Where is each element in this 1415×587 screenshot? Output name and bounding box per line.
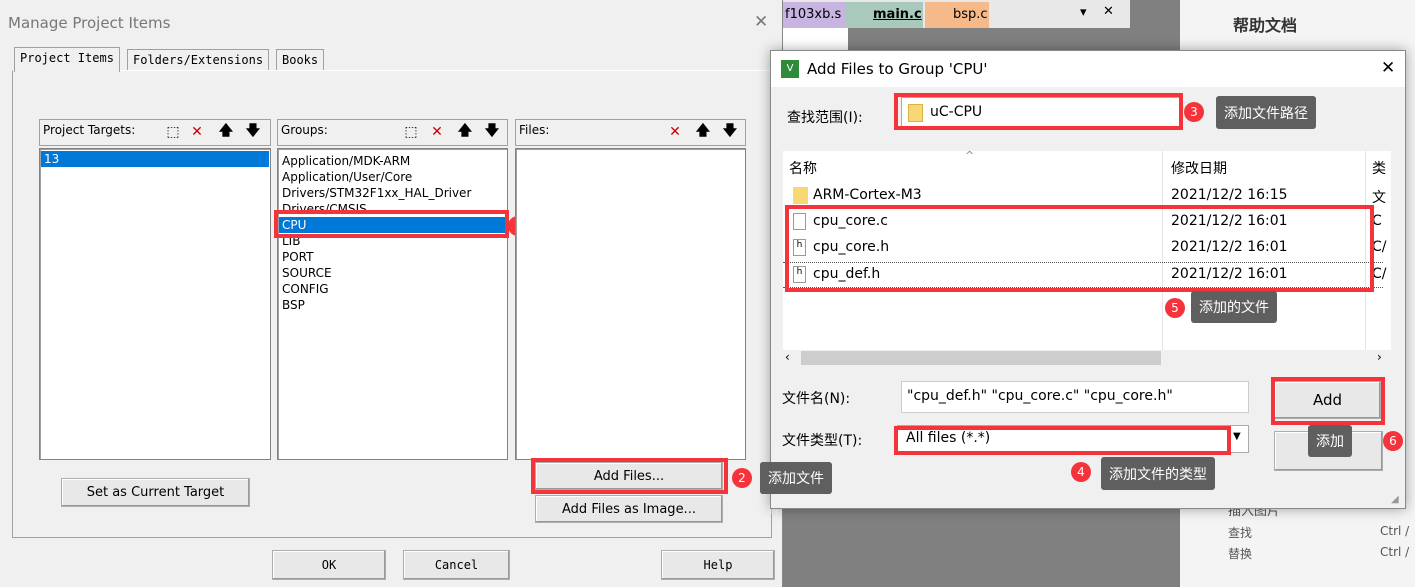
close-tab-icon[interactable]: ✕ (1103, 4, 1114, 19)
move-up-icon[interactable]: 🡅 (456, 123, 474, 141)
group-item[interactable]: Drivers/STM32F1xx_HAL_Driver (282, 185, 471, 201)
targets-label: Project Targets: (43, 123, 136, 137)
files-header: Files: ✕ 🡅 🡇 (515, 119, 746, 146)
sort-icon: ^ (965, 151, 975, 162)
highlight-cpu (274, 210, 509, 238)
cancel-button[interactable]: Cancel (403, 550, 510, 580)
dialog-title: Add Files to Group 'CPU' (807, 60, 988, 78)
delete-icon[interactable]: ✕ (188, 123, 206, 141)
annotation-badge: 3 (1184, 102, 1204, 122)
new-icon[interactable]: ⬚ (164, 123, 182, 141)
annotation-tooltip: 添加文件 (760, 462, 832, 494)
filename-label: 文件名(N): (782, 391, 851, 407)
groups-list[interactable]: Application/MDK-ARM Application/User/Cor… (277, 148, 508, 460)
tab-main-c[interactable]: main.c (845, 2, 923, 28)
shortcut-item[interactable]: 替换 (1228, 545, 1252, 562)
delete-icon[interactable]: ✕ (428, 123, 446, 141)
file-type: 文 (1372, 190, 1386, 206)
annotation-badge: 4 (1071, 462, 1091, 482)
dropdown-arrow-icon[interactable]: ▼ (1233, 431, 1241, 442)
file-type: C/ (1372, 266, 1387, 282)
move-up-icon[interactable]: 🡅 (217, 123, 235, 141)
highlight-files (785, 205, 1374, 292)
shortcut-item[interactable]: 查找 (1228, 524, 1252, 541)
files-label: Files: (519, 123, 550, 137)
annotation-tooltip: 添加文件路径 (1216, 96, 1316, 129)
tab-folders-extensions[interactable]: Folders/Extensions (127, 49, 270, 71)
target-item[interactable]: 13 (41, 151, 269, 167)
files-list[interactable] (515, 148, 746, 460)
highlight-add-files (531, 458, 728, 494)
annotation-tooltip: 添加文件的类型 (1101, 457, 1215, 490)
title-bar: V Add Files to Group 'CPU' ✕ (771, 51, 1405, 87)
highlight-add (1271, 377, 1385, 425)
groups-header: Groups: ⬚ ✕ 🡅 🡇 (277, 119, 508, 146)
set-current-target-button[interactable]: Set as Current Target (61, 478, 250, 507)
close-icon[interactable]: ✕ (754, 12, 768, 32)
annotation-badge: 5 (1165, 298, 1185, 318)
group-item[interactable]: SOURCE (282, 265, 332, 281)
manage-project-items-dialog: Manage Project Items ✕ Project Items Fol… (0, 0, 790, 587)
group-item[interactable]: BSP (282, 297, 305, 313)
tab-startup[interactable]: f103xb.s (783, 2, 845, 28)
group-item[interactable]: Application/User/Core (282, 169, 412, 185)
horizontal-scrollbar[interactable]: ‹ › (783, 350, 1391, 366)
scroll-thumb[interactable] (801, 351, 1161, 365)
delete-icon[interactable]: ✕ (666, 123, 684, 141)
add-files-as-image-button[interactable]: Add Files as Image... (535, 495, 723, 523)
highlight-look-in (894, 93, 1183, 130)
shortcut-key: Ctrl / (1380, 524, 1410, 538)
annotation-tooltip: 添加 (1308, 425, 1352, 457)
move-down-icon[interactable]: 🡇 (721, 123, 739, 141)
filetype-label: 文件类型(T): (782, 433, 863, 449)
resize-grip[interactable]: ◢ (1391, 494, 1399, 505)
scroll-left-icon[interactable]: ‹ (785, 350, 790, 364)
move-down-icon[interactable]: 🡇 (483, 123, 501, 141)
column-date[interactable]: 修改日期 (1171, 158, 1227, 178)
annotation-tooltip: 添加的文件 (1191, 291, 1277, 323)
group-item[interactable]: PORT (282, 249, 313, 265)
tab-project-items[interactable]: Project Items (14, 47, 120, 72)
shortcut-key: Ctrl / (1380, 545, 1410, 559)
close-icon[interactable]: ✕ (1381, 58, 1395, 78)
file-name: ARM-Cortex-M3 (813, 187, 922, 203)
group-item[interactable]: Application/MDK-ARM (282, 153, 410, 169)
annotation-badge: 6 (1383, 431, 1403, 451)
move-down-icon[interactable]: 🡇 (244, 123, 262, 141)
look-in-label: 查找范围(I): (787, 110, 863, 126)
new-icon[interactable]: ⬚ (402, 123, 420, 141)
help-title: 帮助文档 (1233, 16, 1298, 35)
file-type: C/ (1372, 239, 1387, 255)
highlight-filetype (894, 426, 1231, 455)
targets-header: Project Targets: ⬚ ✕ 🡅 🡇 (39, 119, 271, 146)
group-item[interactable]: CONFIG (282, 281, 329, 297)
move-up-icon[interactable]: 🡅 (694, 123, 712, 141)
dialog-title: Manage Project Items (8, 14, 171, 32)
keil-icon: V (781, 60, 799, 78)
file-date: 2021/12/2 16:15 (1171, 187, 1288, 203)
help-button[interactable]: Help (661, 550, 775, 580)
add-files-dialog: V Add Files to Group 'CPU' ✕ 查找范围(I): uC… (770, 50, 1406, 509)
annotation-badge: 2 (732, 468, 752, 488)
folder-icon (793, 187, 808, 204)
column-type[interactable]: 类 (1372, 158, 1386, 178)
scroll-right-icon[interactable]: › (1377, 350, 1382, 364)
column-name[interactable]: 名称 (789, 158, 817, 178)
groups-label: Groups: (281, 123, 328, 137)
editor-tabbar: f103xb.s main.c bsp.c ▾ ✕ (783, 0, 1130, 28)
tab-menu-icon[interactable]: ▾ (1080, 5, 1087, 20)
ok-button[interactable]: OK (272, 550, 386, 580)
targets-list[interactable]: 13 (39, 148, 271, 460)
tab-books[interactable]: Books (276, 49, 325, 71)
filename-input[interactable]: "cpu_def.h" "cpu_core.c" "cpu_core.h" (901, 381, 1249, 413)
tab-bsp-c[interactable]: bsp.c (925, 2, 989, 28)
